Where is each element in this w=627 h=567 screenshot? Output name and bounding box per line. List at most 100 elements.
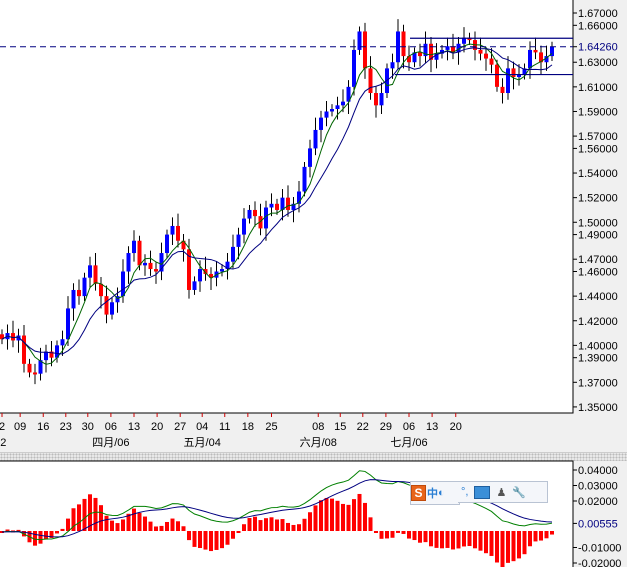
price-tick-label: 1.35000: [578, 402, 618, 414]
candle-down: [99, 283, 103, 297]
date-label: 27: [174, 421, 186, 433]
macd-histogram-bar: [55, 531, 59, 534]
price-tick-label: 1.56000: [578, 143, 618, 155]
candle-down: [286, 197, 290, 210]
macd-histogram-bar: [93, 497, 98, 531]
macd-histogram-bar: [181, 526, 186, 531]
candle-down: [484, 53, 488, 59]
price-tick-label: 1.50000: [578, 217, 618, 229]
ime-punctuation-toggle[interactable]: °,: [461, 486, 468, 498]
macd-histogram-bar: [335, 500, 340, 531]
candle-down: [500, 86, 505, 94]
ime-mode-toggle[interactable]: 中: [427, 485, 438, 501]
date-label: 20: [151, 421, 163, 433]
macd-histogram-bar: [236, 531, 241, 533]
macd-histogram-bar: [423, 531, 428, 543]
candle-up: [528, 49, 532, 69]
macd-histogram-bar: [418, 531, 422, 543]
macd-histogram-bar: [517, 531, 521, 559]
candle-down: [137, 240, 142, 266]
date-label: 29: [380, 421, 392, 433]
macd-histogram-bar: [258, 520, 263, 531]
price-chart[interactable]: 1.670001.66000 1.63000 1.61000 1.59000 1.570…: [0, 0, 627, 452]
ime-toolbar[interactable]: S 中 ◐: [410, 481, 460, 505]
candle-up: [143, 262, 147, 266]
macd-histogram-bar: [104, 515, 109, 531]
date-label: 11: [219, 421, 230, 433]
candle-down: [478, 49, 483, 54]
macd-histogram-bar: [297, 524, 301, 531]
macd-histogram-bar: [187, 531, 191, 541]
current-price-label: 1.64260: [578, 42, 618, 54]
macd-histogram-bar: [330, 498, 334, 531]
candle-up: [506, 68, 510, 94]
macd-histogram-bar: [456, 531, 461, 549]
candle-up: [308, 148, 312, 167]
candle-up: [82, 277, 87, 297]
macd-histogram-bar: [473, 531, 477, 549]
candle-down: [154, 269, 158, 272]
candle-down: [33, 372, 37, 375]
date-label: 25: [265, 421, 277, 433]
macd-histogram-bar: [44, 531, 48, 540]
candle-down: [368, 68, 373, 94]
macd-histogram-bar: [374, 531, 378, 533]
macd-histogram-bar: [264, 518, 268, 531]
price-tick-label: 1.42000: [578, 316, 618, 328]
candle-down: [374, 93, 378, 106]
price-tick-label: 1.49000: [578, 230, 618, 242]
macd-histogram-bar: [346, 504, 351, 531]
date-label: 20: [450, 421, 462, 433]
macd-histogram-bar: [401, 531, 406, 534]
candle-down: [22, 335, 26, 364]
user-icon[interactable]: ♟: [496, 486, 506, 499]
date-label: 09: [14, 421, 26, 433]
price-tick-label: 1.44000: [578, 291, 618, 303]
macd-chart[interactable]: 0.04000 0.03000 0.02000 -0.01000 -0.02000 0.0…: [0, 460, 627, 567]
macd-histogram-bar: [38, 531, 43, 544]
date-label: 13: [128, 421, 140, 433]
macd-histogram-bar: [203, 531, 208, 550]
macd-histogram-bar: [154, 526, 158, 531]
candle-up: [236, 234, 241, 247]
date-label: 16: [37, 421, 49, 433]
date-label: 13: [426, 421, 438, 433]
macd-histogram-bar: [440, 531, 444, 549]
candle-up: [302, 166, 307, 192]
moon-icon[interactable]: ◐: [438, 487, 445, 499]
candle-up: [198, 269, 202, 282]
macd-current-label: 0.00555: [578, 518, 618, 530]
ime-toolbar-extra[interactable]: °, ♟ 🔧: [458, 481, 548, 503]
macd-histogram-bar: [198, 531, 202, 549]
candle-down: [148, 262, 153, 270]
candle-up: [352, 49, 356, 87]
candle-down: [489, 58, 494, 65]
macd-histogram-bar: [77, 504, 81, 531]
candle-down: [253, 209, 257, 217]
macd-histogram-bar: [225, 531, 230, 545]
macd-histogram-bar: [407, 531, 411, 539]
month-label: 四月/06: [92, 437, 129, 449]
wrench-icon[interactable]: 🔧: [512, 486, 526, 499]
macd-histogram-bar: [192, 531, 197, 547]
date-label: 15: [334, 421, 346, 433]
candle-up: [121, 271, 125, 297]
price-tick-label: 1.63000: [578, 57, 618, 69]
keyboard-icon[interactable]: [474, 485, 491, 499]
candle-up: [379, 93, 384, 106]
macd-histogram-bar: [550, 531, 554, 535]
month-label: 五月/04: [184, 437, 221, 449]
price-tick-label: 1.39000: [578, 353, 618, 365]
candle-down: [533, 49, 538, 53]
candle-down: [275, 203, 279, 210]
chart-window: 1.67000 1.66000 1.63000 1.61000 1.59000 1.570…: [0, 0, 627, 567]
macd-histogram-bar: [412, 531, 417, 541]
macd-histogram-bar: [506, 531, 510, 563]
candle-down: [27, 363, 32, 373]
price-tick-label: 1.61000: [578, 82, 618, 94]
macd-histogram-bar: [159, 525, 164, 531]
sogou-logo[interactable]: S: [411, 485, 426, 501]
date-label: 2: [0, 421, 5, 433]
macd-histogram-bar: [385, 531, 389, 539]
macd-histogram-bar: [319, 500, 323, 531]
